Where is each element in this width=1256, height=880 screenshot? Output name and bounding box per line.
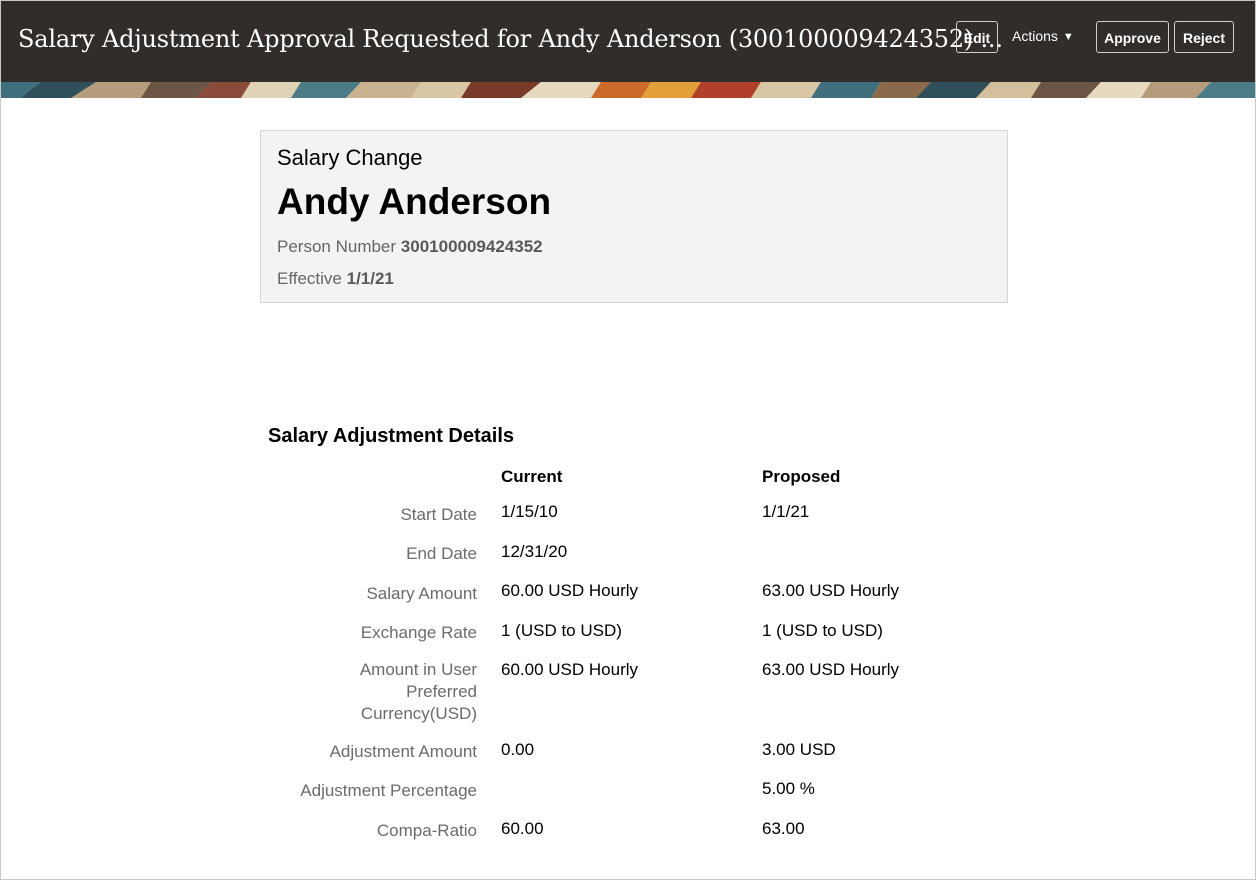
person-number-label: Person Number xyxy=(277,237,397,256)
edit-button[interactable]: Edit xyxy=(956,21,998,53)
person-number-value: 300100009424352 xyxy=(400,237,543,256)
actions-label: Actions xyxy=(1012,28,1058,44)
reject-button[interactable]: Reject xyxy=(1174,21,1234,53)
row-label-exchange-rate: Exchange Rate xyxy=(360,623,477,642)
proposed-adjustment-percentage: 5.00 % xyxy=(762,779,815,798)
proposed-start-date: 1/1/21 xyxy=(762,502,810,521)
employee-name: Andy Anderson xyxy=(277,181,552,222)
row-label-adjustment-percentage: Adjustment Percentage xyxy=(300,781,477,800)
current-start-date: 1/15/10 xyxy=(501,502,558,521)
caret-down-icon: ▼ xyxy=(1062,31,1074,43)
effective-label: Effective xyxy=(277,269,342,288)
column-header-current: Current xyxy=(501,467,563,486)
actions-menu[interactable]: Actions ▼ xyxy=(1012,28,1074,44)
effective-date: Effective 1/1/21 xyxy=(277,269,394,289)
details-section-title: Salary Adjustment Details xyxy=(268,425,515,447)
current-exchange-rate: 1 (USD to USD) xyxy=(501,621,622,640)
row-label-salary-amount: Salary Amount xyxy=(366,584,477,603)
page-title: Salary Adjustment Approval Requested for… xyxy=(18,25,1003,53)
decorative-banner xyxy=(1,82,1255,98)
row-label-compa-ratio: Compa-Ratio xyxy=(376,821,477,840)
column-header-proposed: Proposed xyxy=(762,467,841,486)
proposed-exchange-rate: 1 (USD to USD) xyxy=(762,621,883,640)
proposed-compa-ratio: 63.00 xyxy=(762,819,805,838)
card-subtitle: Salary Change xyxy=(277,145,423,170)
row-label-preferred-currency-amount: Amount in User Preferred Currency(USD) xyxy=(359,660,477,723)
current-salary-amount: 60.00 USD Hourly xyxy=(501,581,639,600)
effective-date-value: 1/1/21 xyxy=(346,269,394,288)
current-adjustment-amount: 0.00 xyxy=(501,740,535,759)
page-header: Salary Adjustment Approval Requested for… xyxy=(1,1,1255,82)
approve-button[interactable]: Approve xyxy=(1096,21,1169,53)
current-preferred-currency-amount: 60.00 USD Hourly xyxy=(501,660,639,679)
employee-summary-card: Salary Change Andy Anderson Person Numbe… xyxy=(260,130,1008,303)
row-label-start-date: Start Date xyxy=(400,505,477,524)
current-end-date: 12/31/20 xyxy=(501,542,568,561)
person-number: Person Number 300100009424352 xyxy=(277,237,543,257)
proposed-salary-amount: 63.00 USD Hourly xyxy=(762,581,900,600)
row-label-adjustment-amount: Adjustment Amount xyxy=(329,742,477,761)
proposed-preferred-currency-amount: 63.00 USD Hourly xyxy=(762,660,900,679)
current-compa-ratio: 60.00 xyxy=(501,819,544,838)
proposed-adjustment-amount: 3.00 USD xyxy=(762,740,836,759)
row-label-end-date: End Date xyxy=(406,544,477,563)
page-frame: Salary Adjustment Approval Requested for… xyxy=(0,0,1256,880)
